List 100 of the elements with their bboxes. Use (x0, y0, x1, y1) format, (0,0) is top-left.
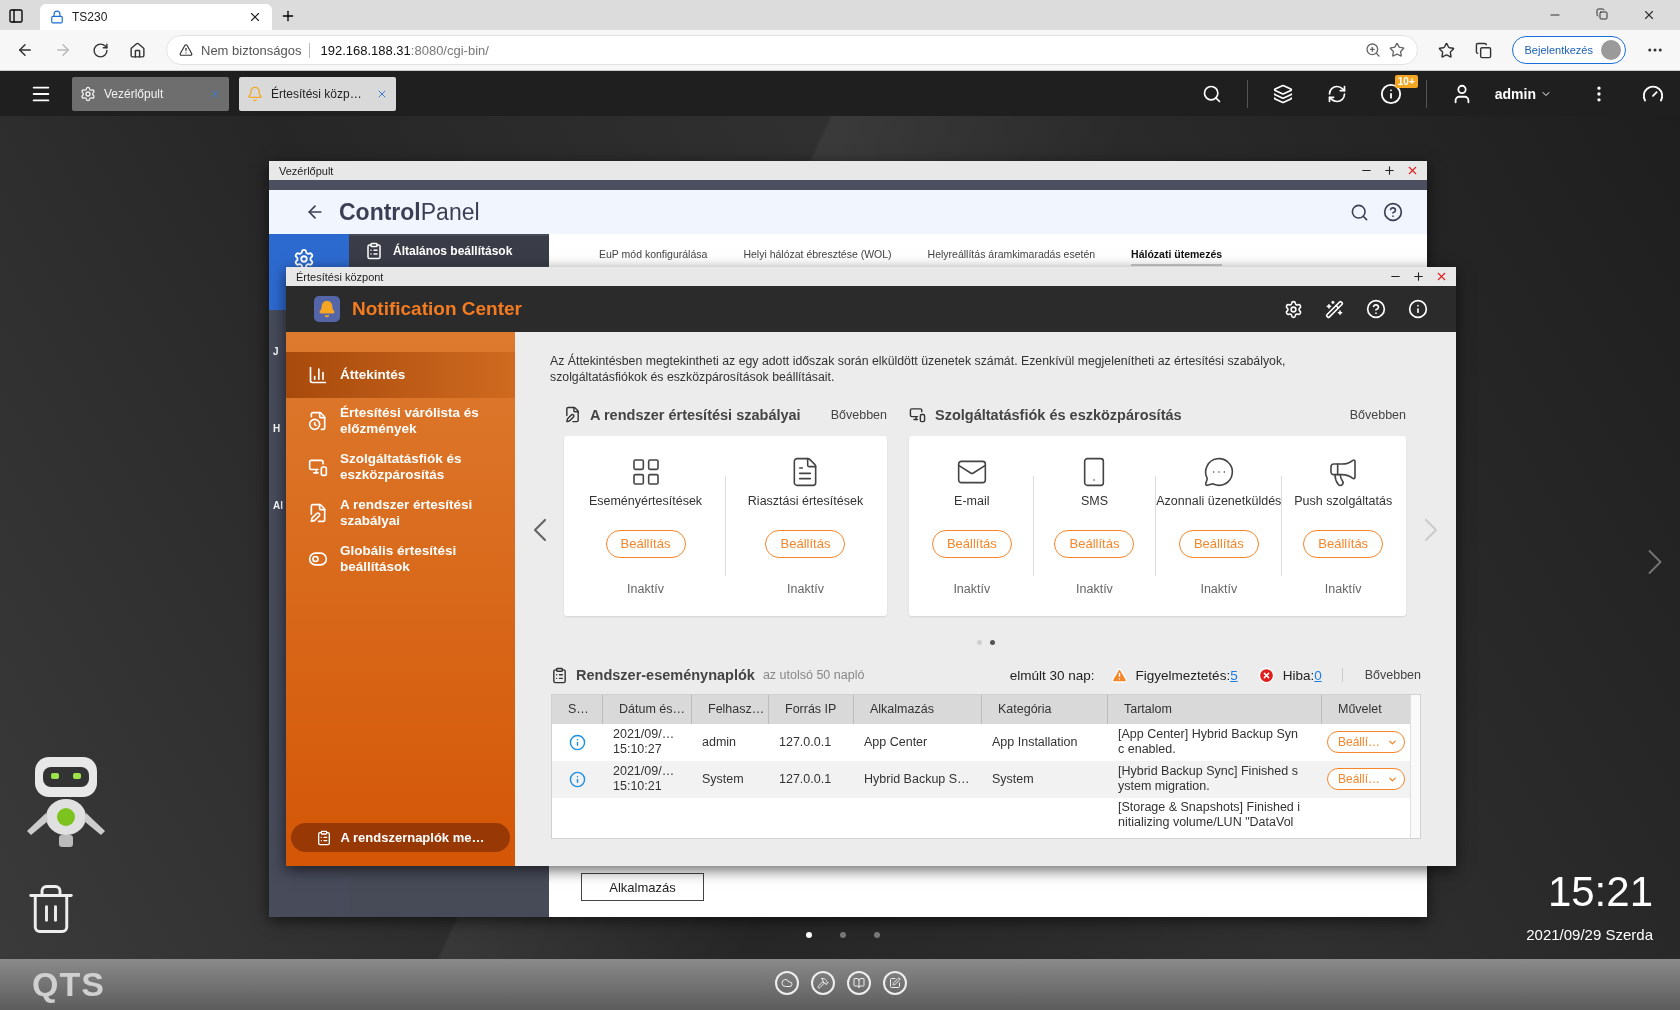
settings-tab[interactable]: Helyi hálózat ébresztése (WOL) (743, 248, 892, 266)
apply-button[interactable]: Alkalmazás (581, 873, 704, 901)
column-header[interactable]: Dátum és… (603, 694, 692, 724)
warning-label: Figyelmeztetés: (1135, 667, 1231, 683)
description-text: Az Áttekintésben megtekintheti az egy adott időszak során elküldött üzenetek számát. Ezenkívül megjelenítheti az értesítési szabályok, szolgáltatásfiókok és eszközpárosítások beállításait. (550, 354, 1287, 386)
column-header[interactable]: Művelet (1322, 694, 1410, 724)
table-cell-text: Hybrid Backup S… (863, 771, 971, 787)
maximize-icon[interactable] (1412, 270, 1425, 283)
settings-list-icon (365, 242, 383, 260)
column-header[interactable]: Felhasz… (692, 694, 769, 724)
clipboard-icon (316, 829, 333, 846)
table-cell-text: App Center (863, 734, 929, 750)
status-text: Inaktív (953, 581, 991, 596)
qts-logo: QTS (32, 965, 105, 1004)
bell-icon (314, 296, 340, 322)
pager-dot[interactable] (976, 639, 982, 645)
sync-icon[interactable] (1326, 83, 1347, 104)
clipboard-icon (551, 666, 568, 684)
zoom-icon[interactable] (1364, 42, 1381, 58)
app-tab[interactable]: Értesítési közp… (239, 76, 396, 111)
devices-icon (308, 457, 328, 477)
table-cell-text: 127.0.0.1 (778, 771, 833, 787)
window-title: Értesítési központ (296, 270, 385, 283)
reload-icon[interactable] (92, 41, 109, 59)
clock: 15:21 (1547, 868, 1653, 916)
table-cell-text: [Hybrid Backup Sync] Finished system migration. (1117, 764, 1299, 795)
table-cell-text: 15:10:27 (613, 742, 663, 758)
system-logs-button[interactable]: A rendszernaplók me… (291, 823, 510, 852)
browser-tab[interactable]: TS230 (40, 4, 272, 30)
menu-item[interactable]: Általános beállítások (349, 236, 549, 266)
hammer-icon[interactable] (811, 971, 835, 995)
section-title: Szolgáltatásfiók és eszközpárosítás (935, 406, 1183, 423)
book-icon[interactable] (847, 971, 871, 995)
stack-icon[interactable] (1272, 83, 1293, 104)
favorites-icon[interactable] (1437, 41, 1455, 59)
app-tab[interactable]: Vezérlőpult (72, 76, 229, 111)
menu-label: J (273, 346, 279, 357)
edit-icon[interactable] (883, 971, 907, 995)
item-label: Push szolgáltatás (1294, 493, 1393, 508)
restore-icon[interactable] (1596, 8, 1608, 20)
section-title: Rendszer-eseménynaplók (576, 667, 755, 684)
settings-icon[interactable] (1284, 299, 1303, 319)
settings-tab[interactable]: EuP mód konfigurálása (599, 248, 708, 266)
page-dot[interactable] (806, 932, 812, 938)
info-icon (569, 733, 586, 751)
avatar-icon (1601, 40, 1621, 60)
column-header[interactable]: Kategória (982, 694, 1108, 724)
section-subtitle: az utolsó 50 napló (762, 668, 866, 683)
collections-icon[interactable] (1474, 41, 1492, 59)
help-icon[interactable] (1383, 202, 1403, 222)
sidebar-item[interactable]: Áttekintés (286, 352, 515, 398)
menu-label: H (273, 423, 281, 434)
edit-list-icon (564, 406, 581, 424)
gear-icon[interactable] (293, 248, 315, 270)
more-link[interactable]: Bővebben (1341, 668, 1421, 683)
back-icon[interactable] (16, 41, 34, 59)
status-text: Inaktív (1324, 581, 1362, 596)
column-header[interactable]: Tartalom (1108, 694, 1322, 724)
info-icon (569, 770, 586, 788)
home-icon[interactable] (129, 41, 146, 59)
info-icon[interactable] (1408, 299, 1428, 319)
table-cell-text: App Installation (991, 734, 1079, 750)
window-title: Vezérlőpult (279, 164, 335, 177)
status-text: Inaktív (787, 581, 824, 596)
table-cell-text: 15:10:21 (613, 779, 663, 795)
error-count-link[interactable]: 0 (1314, 667, 1322, 683)
item-label: Azonnali üzenetküldés (1156, 493, 1282, 508)
search-icon[interactable] (1201, 83, 1222, 104)
search-icon[interactable] (1350, 202, 1369, 222)
column-header[interactable]: Forrás IP (769, 694, 854, 724)
address-field[interactable]: Nem biztonságos 192.168.188.31:8080/cgi-bin/ (166, 35, 1418, 65)
new-tab-icon[interactable] (280, 8, 296, 24)
tab-actions-icon[interactable] (8, 8, 24, 24)
pager-dot[interactable] (989, 639, 995, 645)
status-text: Inaktív (1076, 581, 1113, 596)
warning-icon (179, 43, 193, 57)
wand-icon[interactable] (1325, 299, 1344, 319)
close-icon[interactable] (1642, 8, 1656, 22)
app-title: ControlPanel (339, 198, 481, 226)
site-icon (50, 10, 64, 24)
maximize-icon[interactable] (1383, 164, 1396, 177)
page-dot[interactable] (874, 932, 880, 938)
cloud-icon[interactable] (775, 971, 799, 995)
page-dot[interactable] (840, 932, 846, 938)
chat-icon (1202, 455, 1235, 488)
error-icon (1257, 666, 1275, 684)
settings-tab[interactable]: Helyreállítás áramkimaradás esetén (927, 248, 1096, 266)
user-menu[interactable]: admin (1488, 85, 1572, 102)
add-favorite-icon[interactable] (1388, 42, 1405, 58)
app-title: Notification Center (352, 298, 523, 320)
column-header[interactable]: S… (552, 694, 603, 724)
column-header[interactable]: Alkalmazás (854, 694, 982, 724)
notification-badge: 10+ (1394, 74, 1418, 88)
section-title: A rendszer értesítési szabályai (590, 406, 802, 423)
more-link[interactable]: Bővebben (830, 407, 887, 422)
close-icon[interactable] (248, 10, 262, 24)
warning-icon (1110, 666, 1128, 684)
more-link[interactable]: Bővebben (1349, 407, 1406, 422)
sign-in-button[interactable]: Bejelentkezés (1511, 36, 1626, 64)
scrollbar[interactable] (1410, 694, 1420, 838)
